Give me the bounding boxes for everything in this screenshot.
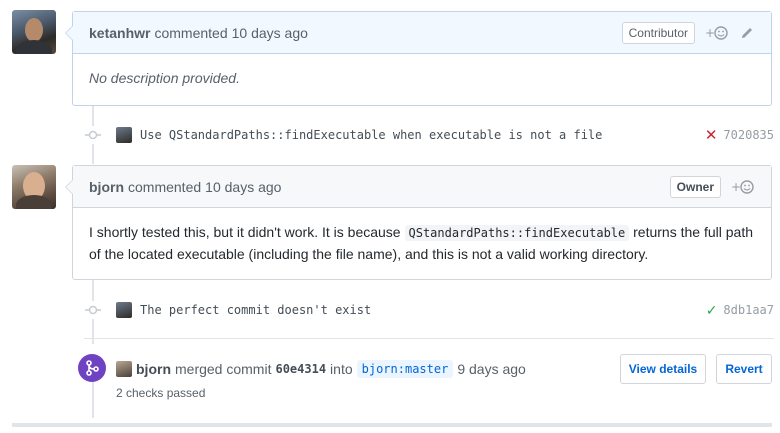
- inline-code: QStandardPaths::findExecutable: [404, 225, 630, 241]
- divider: [84, 338, 774, 339]
- avatar-shoulders: [16, 195, 52, 209]
- commit-dot-icon: [84, 126, 102, 144]
- merge-action: merged commit: [175, 361, 272, 377]
- comment-action: commented: [128, 178, 202, 195]
- commit-row: The perfect commit doesn't exist ✓ 8db1a…: [84, 296, 774, 324]
- comment-body: No description provided.: [89, 70, 240, 86]
- commit-message[interactable]: The perfect commit doesn't exist: [140, 303, 371, 317]
- role-badge: Contributor: [621, 21, 695, 44]
- merger-avatar[interactable]: [116, 361, 132, 377]
- commit-row: Use QStandardPaths::findExecutable when …: [84, 121, 774, 149]
- git-merge-icon: [78, 354, 106, 382]
- comment-timestamp[interactable]: 10 days ago: [232, 25, 308, 41]
- comment-bjorn: bjorn commented 10 days ago Owner + I sh…: [65, 165, 772, 280]
- commit-sha[interactable]: 7020835: [723, 128, 774, 142]
- merge-event: bjorn merged commit 60e4314 into bjorn:m…: [116, 358, 530, 380]
- commit-author-avatar[interactable]: [116, 302, 132, 318]
- comment-header: ketanhwr commented 10 days ago Contribut…: [65, 12, 771, 54]
- edit-pencil-icon[interactable]: [739, 25, 755, 41]
- checks-status: 2 checks passed: [116, 386, 206, 400]
- merger-name[interactable]: bjorn: [136, 361, 171, 377]
- commit-sha[interactable]: 8db1aa7: [723, 303, 774, 317]
- comment-ketanhwr: ketanhwr commented 10 days ago Contribut…: [65, 11, 772, 106]
- add-reaction-icon[interactable]: +: [731, 179, 755, 195]
- avatar-bjorn[interactable]: [12, 165, 56, 209]
- merge-commit-sha[interactable]: 60e4314: [275, 362, 326, 376]
- commit-dot-icon: [84, 301, 102, 319]
- add-reaction-icon[interactable]: +: [705, 25, 729, 41]
- commit-author-avatar[interactable]: [116, 127, 132, 143]
- section-divider: [12, 423, 772, 427]
- avatar-face: [25, 18, 43, 42]
- comment-timestamp[interactable]: 10 days ago: [205, 179, 281, 195]
- timeline-line: [92, 382, 94, 418]
- role-badge: Owner: [669, 175, 721, 198]
- comment-author[interactable]: bjorn: [89, 179, 124, 195]
- comment-body-text: I shortly tested this, but it didn't wor…: [89, 224, 401, 240]
- comment-author[interactable]: ketanhwr: [89, 25, 150, 41]
- comment-header: bjorn commented 10 days ago Owner +: [65, 166, 771, 208]
- comment-action: commented: [154, 24, 228, 41]
- avatar-ketanhwr[interactable]: [12, 10, 56, 54]
- target-branch[interactable]: bjorn:master: [356, 360, 454, 378]
- failure-x-icon[interactable]: ✕: [705, 126, 718, 144]
- svg-text:+: +: [705, 26, 715, 40]
- view-details-button[interactable]: View details: [620, 354, 706, 384]
- merge-into: into: [330, 361, 353, 377]
- avatar-shoulders: [16, 40, 52, 54]
- merge-time[interactable]: 9 days ago: [457, 361, 526, 377]
- success-check-icon[interactable]: ✓: [706, 302, 718, 319]
- revert-button[interactable]: Revert: [716, 354, 772, 384]
- svg-text:+: +: [731, 180, 741, 194]
- comment-body: I shortly tested this, but it didn't wor…: [73, 208, 771, 277]
- commit-message[interactable]: Use QStandardPaths::findExecutable when …: [140, 128, 602, 142]
